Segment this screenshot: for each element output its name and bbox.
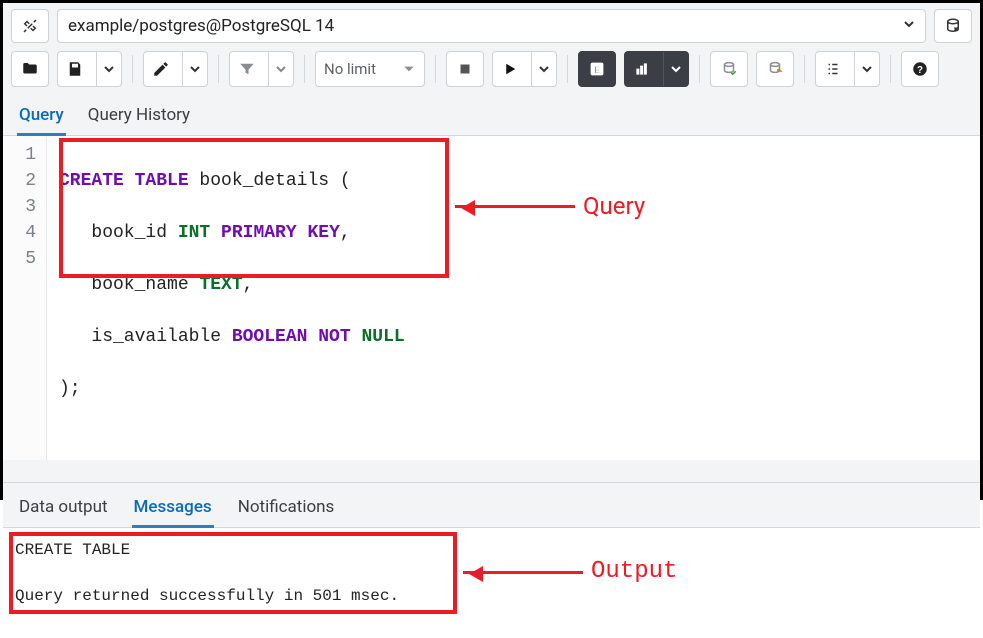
annotation-label-output: Output bbox=[591, 560, 677, 584]
stop-button[interactable] bbox=[446, 51, 484, 87]
save-button[interactable] bbox=[57, 51, 122, 87]
toolbar-separator bbox=[132, 55, 133, 83]
server-db-icon[interactable] bbox=[934, 9, 972, 43]
edit-button[interactable] bbox=[143, 51, 208, 87]
execute-button[interactable] bbox=[492, 51, 557, 87]
chevron-down-icon bbox=[903, 18, 915, 34]
message-line: Query returned successfully in 501 msec. bbox=[15, 584, 968, 608]
toolbar-separator bbox=[890, 55, 891, 83]
chevron-down-icon[interactable] bbox=[182, 52, 207, 86]
rollback-button[interactable] bbox=[756, 51, 794, 87]
tab-messages[interactable]: Messages bbox=[132, 493, 214, 528]
toolbar-separator bbox=[567, 55, 568, 83]
limit-label: No limit bbox=[324, 60, 376, 78]
connection-select[interactable]: example/postgres@PostgreSQL 14 bbox=[57, 9, 926, 43]
open-file-button[interactable] bbox=[11, 51, 49, 87]
limit-select[interactable]: No limit bbox=[315, 51, 425, 87]
chevron-down-icon[interactable] bbox=[531, 52, 556, 86]
annotation-arrow-query: Query bbox=[455, 192, 645, 220]
toolbar-separator bbox=[435, 55, 436, 83]
toolbar-separator bbox=[218, 55, 219, 83]
connection-status-icon[interactable] bbox=[11, 9, 49, 43]
tab-query[interactable]: Query bbox=[17, 101, 66, 136]
toolbar-separator bbox=[804, 55, 805, 83]
svg-text:E: E bbox=[594, 65, 600, 75]
connection-label: example/postgres@PostgreSQL 14 bbox=[68, 16, 334, 36]
tab-notifications[interactable]: Notifications bbox=[236, 493, 337, 527]
chevron-down-icon[interactable] bbox=[96, 52, 121, 86]
sql-editor[interactable]: 1 2 3 4 5 CREATE TABLE book_details ( bo… bbox=[3, 136, 980, 460]
message-line: CREATE TABLE bbox=[15, 538, 968, 562]
explain-button[interactable]: E bbox=[578, 51, 616, 87]
filter-button[interactable] bbox=[229, 51, 294, 87]
help-button[interactable]: ? bbox=[901, 51, 939, 87]
toolbar-separator bbox=[699, 55, 700, 83]
sql-code[interactable]: CREATE TABLE book_details ( book_id INT … bbox=[47, 136, 417, 460]
commit-button[interactable] bbox=[710, 51, 748, 87]
messages-panel: CREATE TABLE Query returned successfully… bbox=[3, 528, 980, 638]
tab-data-output[interactable]: Data output bbox=[17, 493, 110, 527]
macros-button[interactable] bbox=[815, 51, 880, 87]
tab-query-history[interactable]: Query History bbox=[86, 101, 192, 135]
annotation-label-query: Query bbox=[583, 192, 645, 220]
svg-text:?: ? bbox=[917, 65, 923, 76]
chevron-down-icon[interactable] bbox=[663, 52, 688, 86]
toolbar-separator bbox=[304, 55, 305, 83]
chevron-down-icon[interactable] bbox=[268, 52, 293, 86]
explain-analyze-button[interactable] bbox=[624, 51, 689, 87]
annotation-arrow-output: Output bbox=[463, 560, 677, 584]
chevron-down-icon[interactable] bbox=[854, 52, 879, 86]
line-gutter: 1 2 3 4 5 bbox=[3, 136, 47, 460]
